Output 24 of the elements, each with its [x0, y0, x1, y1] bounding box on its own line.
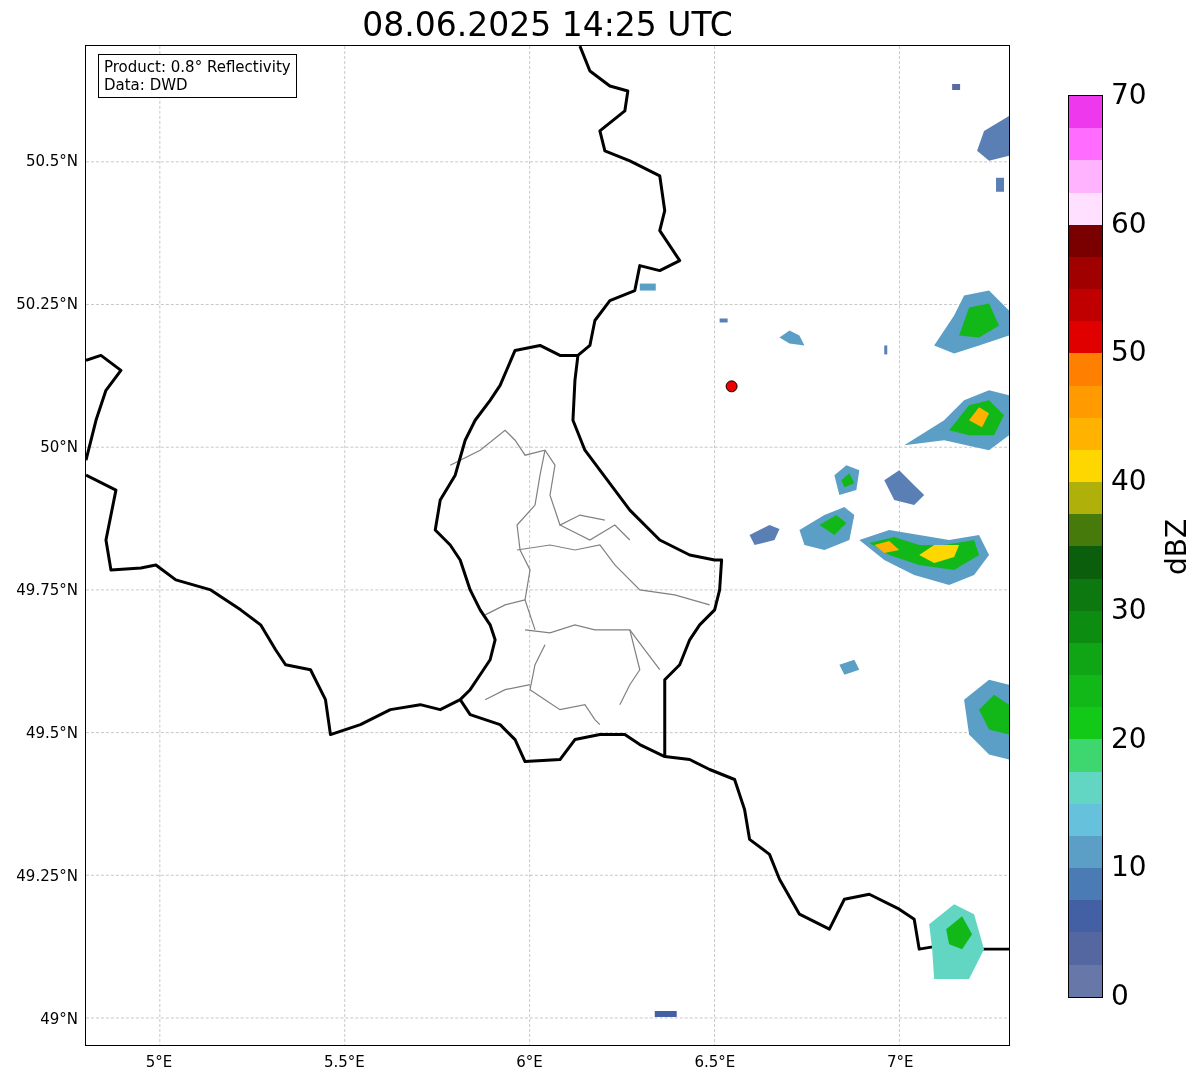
- colorbar-tick-label: 50: [1111, 336, 1147, 369]
- colorbar-tick-label: 60: [1111, 207, 1147, 240]
- annotation-text: Data: DWD: [104, 76, 189, 94]
- axis-tick-label: 7°E: [886, 1053, 914, 1071]
- axis-tick-label: 49.5°N: [25, 724, 78, 742]
- colorbar-tick-label: 40: [1111, 465, 1147, 498]
- colorbar-tick-label: 30: [1111, 593, 1147, 626]
- annotation-text: Product: 0.8° Reflectivity: [104, 58, 291, 76]
- colorbar-label: dBZ: [1160, 518, 1193, 575]
- colorbar-tick-label: 70: [1111, 79, 1147, 111]
- colorbar-tick-label: 0: [1111, 979, 1130, 1012]
- chart-title: 08.06.2025 14:25 UTC: [362, 5, 733, 45]
- axis-tick-label: 49.75°N: [16, 581, 78, 599]
- axis-tick-label: 49.25°N: [16, 867, 78, 885]
- axis-tick-label: 6.5°E: [694, 1053, 736, 1071]
- axis-tick-label: 50°N: [40, 438, 78, 456]
- colorbar-tick-label: 20: [1111, 722, 1147, 755]
- axis-tick-label: 50.25°N: [16, 295, 78, 313]
- axis-tick-label: 5.5°E: [323, 1053, 365, 1071]
- axis-tick-label: 5°E: [145, 1053, 173, 1071]
- axis-tick-label: 49°N: [40, 1010, 78, 1028]
- axis-tick-label: 6°E: [516, 1053, 543, 1071]
- colorbar-tick-label: 10: [1111, 851, 1147, 884]
- axis-tick-label: 50.5°N: [25, 152, 78, 170]
